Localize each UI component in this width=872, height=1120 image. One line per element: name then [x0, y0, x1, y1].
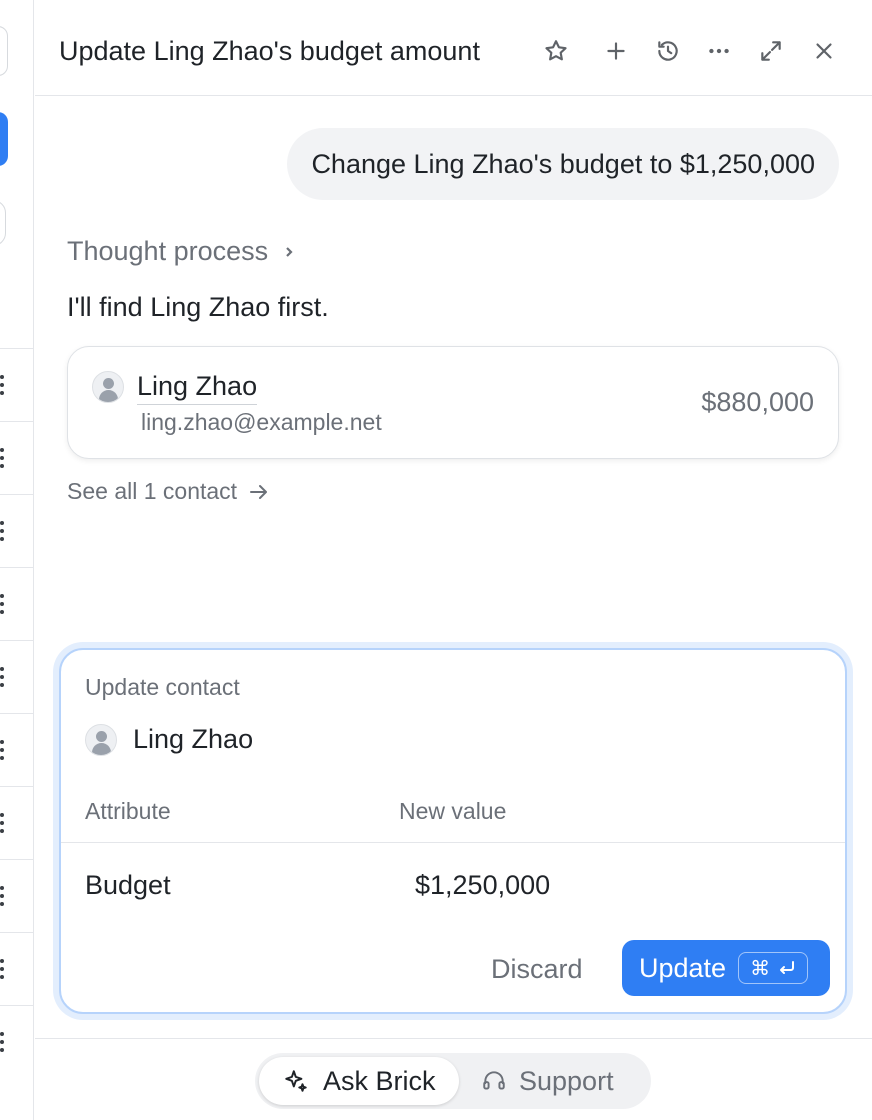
row-menu-icon[interactable]	[0, 1032, 4, 1052]
mode-switcher: Ask Brick Support	[255, 1053, 651, 1109]
background-row	[0, 567, 34, 640]
close-icon	[816, 43, 832, 59]
update-contact-card: Update contact Ling Zhao Attribute New v…	[59, 648, 847, 1014]
background-row	[0, 348, 34, 421]
update-card-label: Update contact	[85, 674, 240, 700]
row-menu-icon[interactable]	[0, 740, 4, 760]
background-row	[0, 713, 34, 786]
keyboard-shortcut-badge: ⌘	[738, 952, 809, 984]
row-menu-icon[interactable]	[0, 521, 4, 541]
command-key-icon: ⌘	[750, 957, 771, 980]
contact-budget: $880,000	[701, 387, 814, 417]
contact-email: ling.zhao@example.net	[141, 409, 382, 435]
row-menu-icon[interactable]	[0, 594, 4, 614]
background-app-strip	[0, 0, 34, 1120]
star-button[interactable]	[539, 34, 573, 68]
column-header-attribute: Attribute	[85, 798, 171, 824]
contact-result-card[interactable]: Ling Zhao ling.zhao@example.net $880,000	[67, 346, 839, 459]
row-menu-icon[interactable]	[0, 667, 4, 687]
background-row	[0, 640, 34, 713]
background-input[interactable]	[0, 26, 8, 76]
row-menu-icon[interactable]	[0, 959, 4, 979]
background-row	[0, 494, 34, 567]
row-menu-icon[interactable]	[0, 375, 4, 395]
star-icon	[545, 40, 567, 61]
sparkle-icon	[285, 1070, 307, 1092]
background-search[interactable]	[0, 200, 6, 246]
see-all-contacts-link[interactable]: See all 1 contact	[67, 478, 271, 505]
support-tab[interactable]: Support	[481, 1057, 614, 1105]
contact-name[interactable]: Ling Zhao	[137, 371, 258, 405]
background-row	[0, 421, 34, 494]
see-all-label: See all 1 contact	[67, 478, 238, 504]
panel-footer: Ask Brick Support	[35, 1038, 872, 1120]
background-row	[0, 1005, 34, 1078]
column-header-new-value: New value	[399, 798, 507, 824]
enter-key-icon	[780, 961, 795, 974]
support-label: Support	[519, 1065, 614, 1096]
row-menu-icon[interactable]	[0, 448, 4, 468]
user-message: Change Ling Zhao's budget to $1,250,000	[287, 128, 839, 200]
arrow-right-icon	[250, 484, 268, 499]
attribute-name: Budget	[85, 870, 171, 900]
expand-button[interactable]	[754, 34, 788, 68]
assistant-reply: I'll find Ling Zhao first.	[67, 292, 329, 322]
thought-process-label: Thought process	[67, 236, 269, 266]
assistant-panel: Update Ling Zhao's budget amount Change …	[35, 0, 872, 1120]
plus-icon	[607, 42, 625, 60]
panel-header: Update Ling Zhao's budget amount	[35, 0, 872, 96]
background-primary-button[interactable]	[0, 112, 8, 166]
panel-title: Update Ling Zhao's budget amount	[59, 36, 480, 66]
discard-button[interactable]: Discard	[475, 942, 599, 996]
row-menu-icon[interactable]	[0, 813, 4, 833]
history-icon	[658, 41, 678, 61]
avatar	[85, 724, 117, 756]
background-row	[0, 859, 34, 932]
thought-process-toggle[interactable]: Thought process	[67, 236, 296, 267]
more-icon	[709, 48, 729, 54]
update-contact-name: Ling Zhao	[133, 724, 254, 754]
attribute-new-value: $1,250,000	[415, 870, 551, 900]
headset-icon	[483, 1071, 505, 1090]
avatar	[92, 371, 124, 403]
ask-brick-label: Ask Brick	[323, 1065, 436, 1096]
ask-brick-tab[interactable]: Ask Brick	[259, 1057, 459, 1105]
background-row	[0, 932, 34, 1005]
update-button-label: Update	[639, 952, 727, 983]
update-button[interactable]: Update ⌘	[622, 940, 830, 996]
new-chat-button[interactable]	[599, 34, 633, 68]
history-button[interactable]	[651, 34, 685, 68]
chevron-right-icon	[286, 246, 293, 257]
expand-icon	[761, 41, 781, 61]
close-button[interactable]	[807, 34, 841, 68]
more-options-button[interactable]	[702, 34, 736, 68]
background-row	[0, 786, 34, 859]
row-menu-icon[interactable]	[0, 886, 4, 906]
divider	[61, 842, 845, 843]
